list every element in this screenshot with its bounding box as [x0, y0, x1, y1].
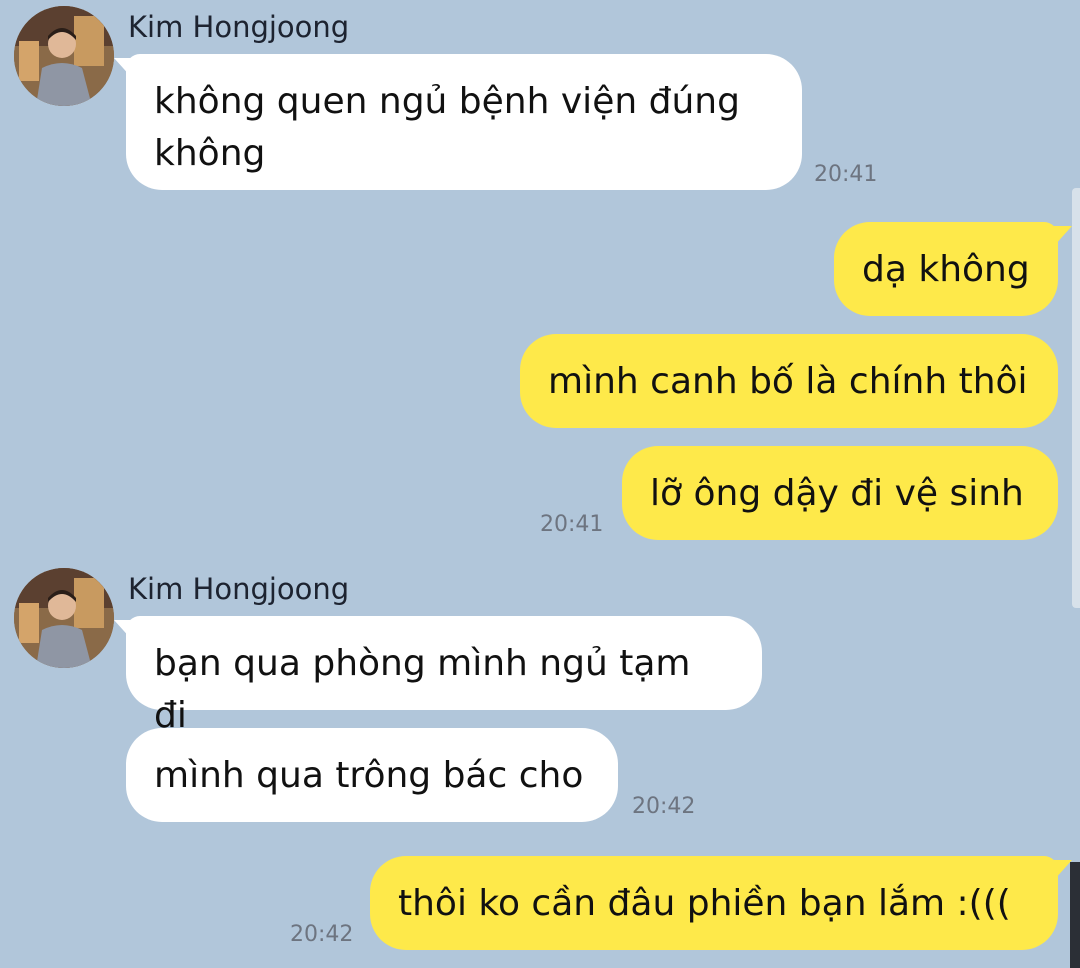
contact-avatar[interactable] [14, 568, 114, 668]
message-time: 20:42 [290, 922, 354, 947]
incoming-message[interactable]: bạn qua phòng mình ngủ tạm đi [126, 616, 762, 736]
message-time: 20:41 [540, 512, 604, 537]
message-time: 20:41 [814, 162, 878, 187]
bubble-tail [1054, 226, 1072, 246]
outgoing-message[interactable]: lỡ ông dậy đi vệ sinh [622, 446, 1058, 540]
profile-photo-icon [14, 568, 114, 668]
scrollbar-thumb[interactable] [1070, 862, 1080, 968]
profile-photo-icon [14, 6, 114, 106]
incoming-message[interactable]: không quen ngủ bệnh viện đúng không [126, 54, 802, 190]
contact-avatar[interactable] [14, 6, 114, 106]
outgoing-message[interactable]: thôi ko cần đâu phiền bạn lắm :((( [370, 856, 1058, 950]
sender-name: Kim Hongjoong [128, 572, 350, 606]
message-time: 20:42 [632, 794, 696, 819]
scroll-track[interactable] [1072, 188, 1080, 608]
sender-name: Kim Hongjoong [128, 10, 350, 44]
incoming-message[interactable]: mình qua trông bác cho [126, 728, 618, 822]
outgoing-message[interactable]: dạ không [834, 222, 1058, 316]
outgoing-message[interactable]: mình canh bố là chính thôi [520, 334, 1058, 428]
